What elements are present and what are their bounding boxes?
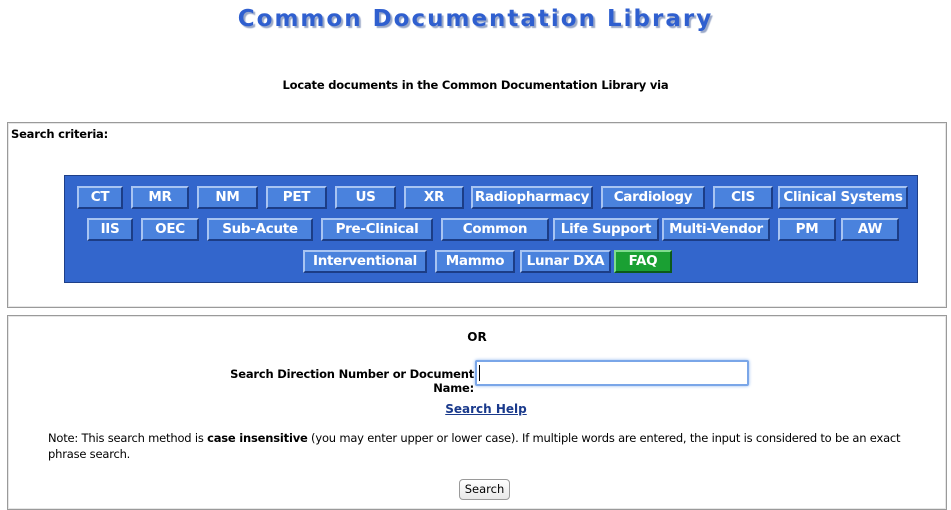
- or-divider-label: OR: [467, 330, 487, 344]
- modality-button-clinical-systems[interactable]: Clinical Systems: [778, 186, 908, 209]
- modality-button-oec[interactable]: OEC: [141, 218, 199, 241]
- modality-button-pet[interactable]: PET: [266, 186, 327, 209]
- search-note-intro: Note: This search method is: [48, 431, 208, 445]
- modality-button-aw[interactable]: AW: [841, 218, 899, 241]
- modality-button-interventional[interactable]: Interventional: [303, 250, 427, 273]
- modality-button-mr[interactable]: MR: [131, 186, 189, 209]
- modality-button-sub-acute[interactable]: Sub-Acute: [207, 218, 313, 241]
- modality-button-pre-clinical[interactable]: Pre-Clinical: [321, 218, 433, 241]
- document-search-panel: OR Search Direction Number or Document N…: [7, 315, 947, 510]
- modality-button-cis[interactable]: CIS: [713, 186, 773, 209]
- search-criteria-panel: Search criteria: CT MR NM PET US XR Radi…: [7, 122, 947, 308]
- modality-button-us[interactable]: US: [335, 186, 396, 209]
- search-note: Note: This search method is case insensi…: [48, 430, 908, 462]
- modality-row-1: CT MR NM PET US XR Radiopharmacy Cardiol…: [65, 186, 919, 209]
- modality-button-lunar-dxa[interactable]: Lunar DXA: [520, 250, 611, 273]
- modality-button-panel: CT MR NM PET US XR Radiopharmacy Cardiol…: [64, 175, 918, 283]
- modality-button-radiopharmacy[interactable]: Radiopharmacy: [471, 186, 593, 209]
- text-cursor: [479, 365, 480, 381]
- document-search-input[interactable]: [475, 360, 749, 386]
- modality-button-xr[interactable]: XR: [404, 186, 464, 209]
- modality-button-iis[interactable]: IIS: [87, 218, 133, 241]
- faq-button[interactable]: FAQ: [614, 250, 672, 273]
- search-note-emphasis: case insensitive: [207, 431, 308, 445]
- page-subtitle: Locate documents in the Common Documenta…: [282, 78, 669, 92]
- page-title: Common Documentation Library: [237, 6, 714, 32]
- modality-button-cardiology[interactable]: Cardiology: [601, 186, 705, 209]
- modality-button-life-support[interactable]: Life Support: [553, 218, 659, 241]
- modality-row-2: IIS OEC Sub-Acute Pre-Clinical Common Li…: [65, 218, 919, 241]
- modality-button-pm[interactable]: PM: [778, 218, 836, 241]
- search-field-label: Search Direction Number or Document Name…: [230, 367, 474, 395]
- search-criteria-label: Search criteria:: [11, 127, 109, 141]
- search-button[interactable]: Search: [459, 479, 510, 500]
- modality-button-common[interactable]: Common: [441, 218, 549, 241]
- search-help-link[interactable]: Search Help: [8, 402, 951, 416]
- modality-button-mammo[interactable]: Mammo: [435, 250, 515, 273]
- modality-button-nm[interactable]: NM: [197, 186, 258, 209]
- modality-button-multi-vendor[interactable]: Multi-Vendor: [662, 218, 770, 241]
- modality-row-3: Interventional Mammo Lunar DXA FAQ: [65, 250, 919, 273]
- modality-button-ct[interactable]: CT: [77, 186, 123, 209]
